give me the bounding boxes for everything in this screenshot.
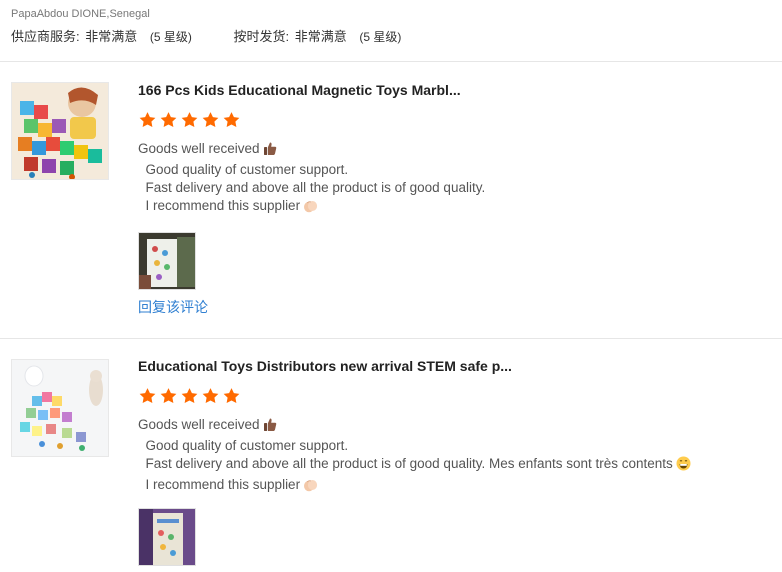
supplier-service-rating: 供应商服务: 非常满意 (5 星级) [11, 29, 192, 45]
rating-label: 供应商服务: [11, 29, 80, 44]
star-icon [202, 112, 219, 128]
rating-value: 非常满意 [85, 29, 138, 44]
product-thumbnail[interactable] [11, 359, 109, 457]
thumbs-up-icon [263, 141, 277, 161]
review-line: Good quality of customer support. [138, 162, 349, 177]
product-title[interactable]: Educational Toys Distributors new arriva… [138, 357, 778, 375]
review-line: Goods well received [138, 417, 260, 432]
divider [0, 61, 782, 62]
review-photo[interactable] [138, 232, 196, 290]
rating-label: 按时发货: [233, 29, 290, 44]
reply-to-review-link[interactable]: 回复该评论 [138, 298, 208, 316]
reviewer-name: PapaAbdou DIONE,Senegal [11, 8, 150, 20]
rating-level: (5 星级) [359, 30, 402, 44]
product-title[interactable]: 166 Pcs Kids Educational Magnetic Toys M… [138, 81, 778, 99]
review-text: Goods well received Good quality of cust… [138, 416, 778, 497]
rating-level: (5 星级) [149, 30, 192, 44]
star-icon [139, 388, 156, 404]
review-header: PapaAbdou DIONE,Senegal 供应商服务: 非常满意 (5 星… [11, 7, 771, 45]
grinning-face-icon [676, 456, 691, 476]
star-icon [160, 112, 177, 128]
review-line: Good quality of customer support. [138, 438, 349, 453]
thumbs-up-icon [263, 417, 277, 437]
review-line: Fast delivery and above all the product … [138, 180, 486, 195]
rating-stars [138, 387, 778, 405]
review-photo[interactable] [138, 508, 196, 566]
review-line: Fast delivery and above all the product … [138, 456, 673, 471]
star-icon [139, 112, 156, 128]
star-icon [181, 112, 198, 128]
review-line: I recommend this supplier [138, 477, 301, 492]
star-icon [202, 388, 219, 404]
star-icon [181, 388, 198, 404]
on-time-delivery-rating: 按时发货: 非常满意 (5 星级) [234, 29, 402, 45]
divider [0, 338, 782, 339]
rating-value: 非常满意 [294, 29, 347, 44]
review-content: Educational Toys Distributors new arriva… [138, 357, 778, 497]
clapping-hands-icon [303, 478, 318, 497]
review-line: I recommend this supplier [138, 198, 301, 213]
review-line: Goods well received [138, 141, 260, 156]
star-icon [160, 388, 177, 404]
clapping-hands-icon [303, 199, 318, 218]
review-text: Goods well received Good quality of cust… [138, 140, 778, 218]
star-icon [223, 112, 240, 128]
supplier-ratings: 供应商服务: 非常满意 (5 星级) 按时发货: 非常满意 (5 星级) [11, 29, 771, 45]
star-icon [223, 388, 240, 404]
rating-stars [138, 111, 778, 129]
review-content: 166 Pcs Kids Educational Magnetic Toys M… [138, 81, 778, 218]
product-thumbnail[interactable] [11, 82, 109, 180]
